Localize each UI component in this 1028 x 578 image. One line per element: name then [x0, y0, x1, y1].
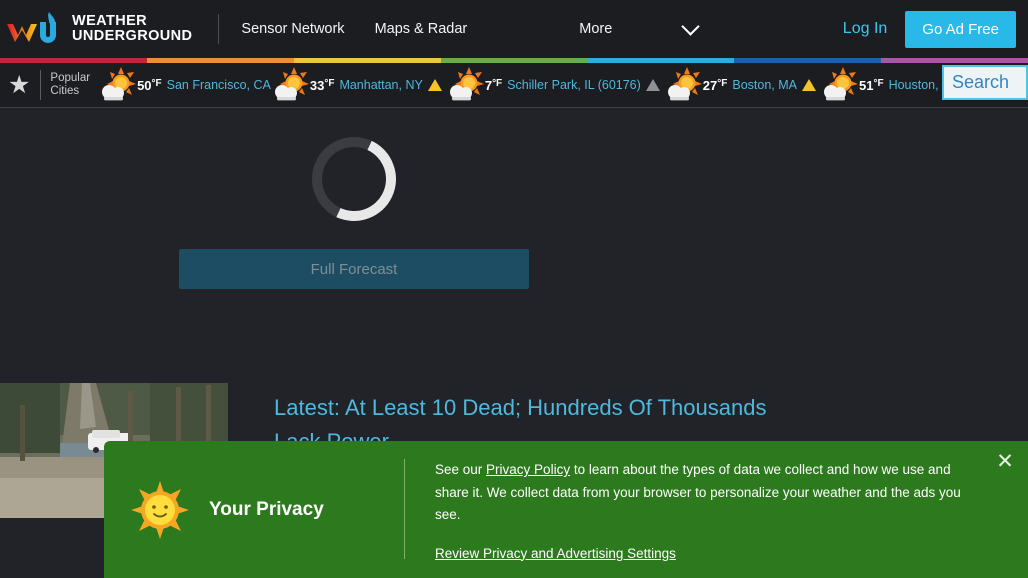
- nav-links: Sensor Network Maps & Radar: [241, 21, 497, 37]
- city-temp: 7°F: [484, 77, 503, 93]
- site-logo[interactable]: WEATHER UNDERGROUND: [6, 0, 192, 58]
- wu-logo-icon: [6, 12, 68, 46]
- weather-alert-icon[interactable]: [802, 79, 816, 91]
- city-temp: 50°F: [137, 77, 162, 93]
- search-box[interactable]: [942, 65, 1028, 100]
- city-name[interactable]: San Francisco, CA: [167, 78, 271, 92]
- city-item-san-francisco[interactable]: 50°F San Francisco, CA: [98, 67, 271, 103]
- star-icon[interactable]: ★: [8, 72, 30, 98]
- site-logo-text: WEATHER UNDERGROUND: [72, 13, 193, 44]
- privacy-banner-heading: Your Privacy: [104, 441, 404, 578]
- cities-divider: [40, 70, 42, 100]
- partly-cloudy-icon: [664, 67, 702, 103]
- city-item-boston[interactable]: 27°F Boston, MA: [664, 67, 820, 103]
- privacy-banner-content: See our Privacy Policy to learn about th…: [405, 441, 985, 563]
- city-name[interactable]: Manhattan, NY: [339, 78, 422, 92]
- close-icon[interactable]: ✕: [994, 451, 1016, 473]
- privacy-banner: Your Privacy See our Privacy Policy to l…: [104, 441, 1028, 578]
- go-ad-free-button[interactable]: Go Ad Free: [905, 10, 1016, 48]
- nav-more-menu[interactable]: More: [579, 16, 700, 37]
- top-navigation-bar: WEATHER UNDERGROUND Sensor Network Maps …: [0, 0, 1028, 58]
- nav-link-sensor-network[interactable]: Sensor Network: [241, 21, 344, 37]
- city-temp: 51°F: [859, 77, 884, 93]
- privacy-body-prefix: See our: [435, 462, 487, 477]
- smiling-sun-icon: [131, 480, 189, 539]
- partly-cloudy-icon: [820, 67, 858, 103]
- nav-divider: [218, 14, 220, 44]
- partly-cloudy-icon: [271, 67, 309, 103]
- search-input[interactable]: [952, 72, 1018, 93]
- city-item-schiller-park[interactable]: 7°F Schiller Park, IL (60176): [446, 67, 664, 103]
- privacy-banner-title: Your Privacy: [209, 498, 324, 520]
- chevron-down-icon: [681, 16, 700, 36]
- city-temp: 33°F: [309, 77, 335, 93]
- loading-spinner-icon: [300, 125, 408, 233]
- city-item-houston[interactable]: 51°F Houston, TX: [820, 67, 958, 103]
- popular-cities-bar: ★ Popular Cities 50°F San Francisco, CA …: [0, 63, 1028, 108]
- weather-alert-icon[interactable]: [427, 79, 442, 91]
- city-name[interactable]: Schiller Park, IL (60176): [507, 78, 641, 92]
- weather-alert-icon[interactable]: [645, 79, 660, 91]
- popular-cities-label: Popular Cities: [50, 72, 91, 97]
- privacy-policy-link[interactable]: Privacy Policy: [486, 462, 570, 477]
- login-link[interactable]: Log In: [843, 20, 887, 38]
- city-item-manhattan[interactable]: 33°F Manhattan, NY: [271, 67, 446, 103]
- city-name[interactable]: Boston, MA: [732, 78, 797, 92]
- nav-link-maps-radar[interactable]: Maps & Radar: [375, 21, 468, 37]
- review-privacy-settings-link[interactable]: Review Privacy and Advertising Settings: [435, 546, 676, 561]
- partly-cloudy-icon: [446, 67, 484, 103]
- nav-right-actions: Log In Go Ad Free: [843, 0, 1016, 58]
- full-forecast-button[interactable]: Full Forecast: [179, 249, 529, 289]
- privacy-banner-body: See our Privacy Policy to learn about th…: [435, 459, 985, 527]
- partly-cloudy-icon: [98, 67, 137, 103]
- forecast-panel: Full Forecast: [179, 125, 529, 289]
- city-temp: 27°F: [702, 77, 728, 93]
- nav-more-label: More: [579, 21, 613, 37]
